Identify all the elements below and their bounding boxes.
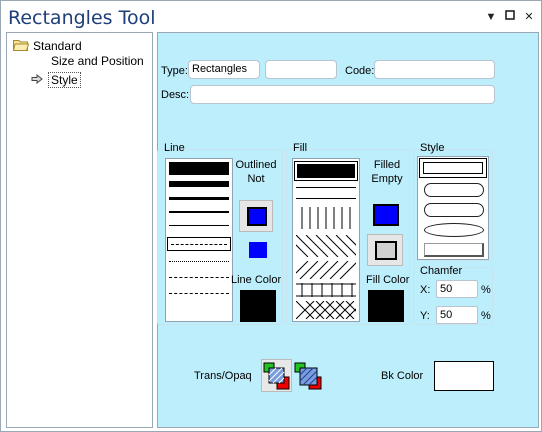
bk-color-label: Bk Color: [381, 370, 424, 382]
fill-color-label: Fill Color: [366, 274, 410, 286]
code-label: Code:: [345, 65, 375, 77]
fill-option-cross[interactable]: [296, 283, 356, 297]
desc-label: Desc:: [161, 89, 190, 101]
settings-tree: Standard Size and Position Style: [6, 32, 153, 428]
tree-label-standard: Standard: [33, 39, 82, 53]
chamfer-group: Chamfer X: 50 % Y: 50 %: [413, 265, 493, 325]
chamfer-x-label: X:: [420, 284, 431, 296]
outline-toggle-button[interactable]: [239, 200, 273, 232]
bk-color-swatch[interactable]: [434, 361, 494, 391]
line-option-dotted[interactable]: [169, 261, 229, 262]
line-option-dashed-selected[interactable]: [167, 237, 231, 251]
fill-option-back-diagonal[interactable]: [296, 261, 356, 279]
trans-opaq-toggle[interactable]: [261, 359, 323, 393]
fill-group: Fill Filled Empty Fill Color: [286, 142, 410, 325]
chamfer-y-unit: %: [481, 310, 491, 322]
line-group: Line Outlined Not Line Color: [157, 142, 283, 325]
fill-option-diagonal-cross[interactable]: [296, 301, 356, 319]
fill-option-solid-selected[interactable]: [294, 161, 358, 181]
tree-item-size-and-position[interactable]: Size and Position: [51, 54, 144, 68]
style-group: Style: [413, 142, 493, 261]
style-option-oval[interactable]: [424, 223, 484, 237]
chamfer-x-unit: %: [481, 284, 491, 296]
chamfer-group-title: Chamfer: [420, 265, 463, 277]
tree-item-standard[interactable]: Standard: [11, 37, 151, 54]
type-label: Type:: [161, 65, 188, 77]
filled-empty-label: Filled Empty: [371, 159, 403, 185]
line-option-2px[interactable]: [169, 211, 229, 213]
style-option-rect-selected[interactable]: [419, 158, 487, 178]
tree-label-style: Style: [48, 72, 81, 88]
folder-open-icon: [13, 40, 29, 51]
fill-color-swatch[interactable]: [368, 290, 404, 322]
arrow-right-icon: [31, 74, 43, 84]
line-option-1px[interactable]: [169, 225, 229, 226]
outline-swatch: [247, 207, 267, 226]
line-color-label: Line Color: [231, 274, 282, 286]
close-icon[interactable]: ✕: [522, 10, 536, 24]
type-field[interactable]: Rectangles: [188, 60, 260, 79]
outline-preview-swatch: [249, 242, 267, 258]
chamfer-y-label: Y:: [420, 310, 430, 322]
menu-dropdown-icon[interactable]: ▼: [484, 10, 498, 24]
type-secondary-field[interactable]: [265, 60, 337, 79]
fill-pattern-list[interactable]: [292, 158, 360, 322]
fill-option-vertical[interactable]: [296, 207, 356, 229]
line-option-thick[interactable]: [169, 162, 229, 175]
style-option-rounded[interactable]: [424, 203, 484, 217]
code-field[interactable]: [374, 60, 495, 79]
chamfer-y-input[interactable]: 50: [436, 306, 478, 324]
window-title: Rectangles Tool: [8, 7, 156, 29]
line-option-heavy[interactable]: [169, 181, 229, 187]
tree-label-size-and-position: Size and Position: [51, 54, 144, 68]
line-color-swatch[interactable]: [240, 290, 276, 322]
style-option-ellipse[interactable]: [424, 183, 484, 197]
fill-option-diagonal[interactable]: [296, 235, 356, 257]
chamfer-x-input[interactable]: 50: [436, 280, 478, 298]
line-option-dash-dot-dot[interactable]: [169, 293, 229, 294]
rectangles-tool-window: Rectangles Tool ▼ ✕ Standard Size and Po…: [0, 0, 542, 432]
corner-style-list[interactable]: [417, 156, 489, 260]
line-option-dash-dot[interactable]: [169, 277, 229, 278]
line-style-list[interactable]: [165, 158, 233, 322]
fill-toggle-button[interactable]: [367, 234, 403, 266]
line-group-title: Line: [164, 142, 185, 154]
desc-field[interactable]: [190, 85, 495, 104]
fill-preview-swatch: [373, 204, 399, 226]
style-option-raised[interactable]: [424, 243, 484, 257]
fill-group-title: Fill: [293, 142, 308, 154]
trans-opaq-label: Trans/Opaq: [194, 370, 252, 382]
outlined-not-label: Outlined Not: [235, 159, 277, 185]
line-option-medium[interactable]: [169, 197, 229, 200]
title-bar: Rectangles Tool ▼ ✕: [2, 2, 540, 32]
transparent-opaque-icon: [261, 359, 322, 392]
fill-option-horizontal[interactable]: [296, 187, 356, 199]
style-panel: Type: Rectangles Code: Desc: Line Outlin…: [157, 32, 539, 428]
fill-toggle-swatch: [375, 241, 397, 260]
style-group-title: Style: [420, 142, 445, 154]
restore-icon[interactable]: [503, 10, 517, 24]
